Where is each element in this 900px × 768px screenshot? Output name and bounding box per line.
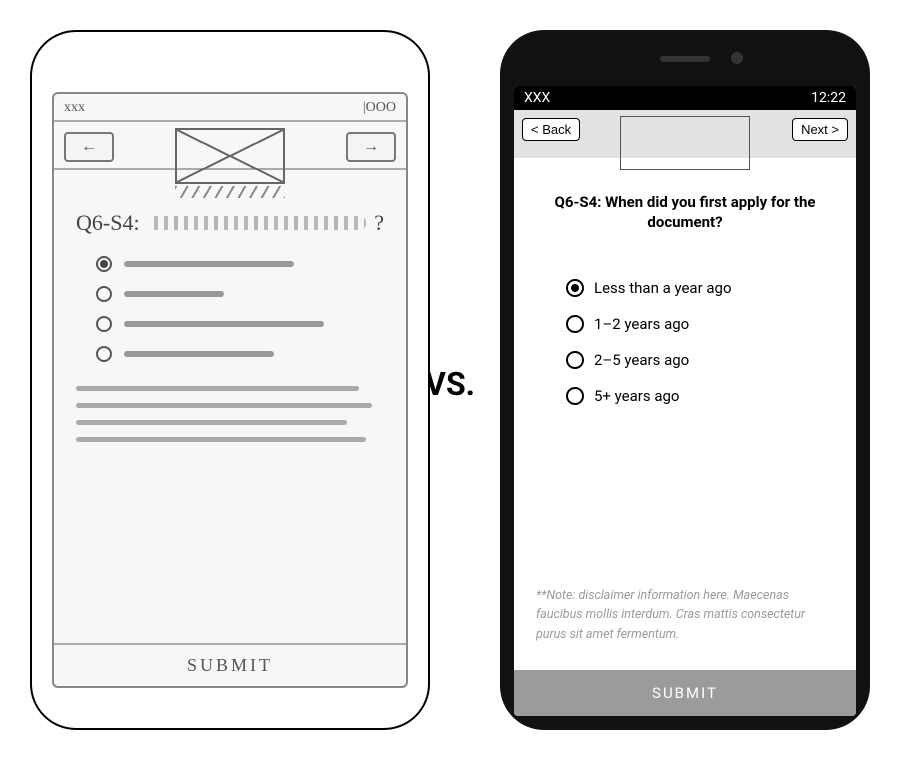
sketch-phone-frame: xxx |OOO ← → Q6-S4: ? [30,30,430,730]
sketch-logo [175,128,285,198]
submit-button[interactable]: SUBMIT [514,670,856,716]
option-label: Less than a year ago [594,279,732,297]
sketch-option-line [124,351,274,357]
sketch-status-left: xxx [64,100,85,116]
sketch-question-id: Q6-S4: [76,210,140,236]
real-phone-frame: XXX 12:22 < Back Next > Q6-S4: When did … [500,30,870,730]
sketch-status-right: |OOO [363,100,396,116]
status-right: 12:22 [811,90,846,106]
radio-icon [566,315,584,333]
sketch-option[interactable] [96,346,384,362]
real-screen: XXX 12:22 < Back Next > Q6-S4: When did … [514,86,856,716]
radio-icon [566,279,584,297]
sketch-logo-shadow [175,186,285,198]
radio-icon [96,286,112,302]
radio-icon [96,346,112,362]
option-row[interactable]: 5+ years ago [566,387,838,405]
radio-icon [566,351,584,369]
options-list: Less than a year ago 1–2 years ago 2–5 y… [566,261,838,423]
option-label: 1–2 years ago [594,315,689,333]
disclaimer-note: **Note: disclaimer information here. Mae… [532,576,838,660]
sketch-screen: xxx |OOO ← → Q6-S4: ? [52,92,408,688]
sketch-option-line [124,291,224,297]
sketch-option[interactable] [96,256,384,272]
status-left: XXX [524,90,550,106]
next-button[interactable]: Next > [792,118,848,141]
logo-placeholder [620,116,750,170]
sketch-question-squiggle [148,216,367,230]
option-row[interactable]: Less than a year ago [566,279,838,297]
sketch-option[interactable] [96,286,384,302]
sketch-option-line [124,321,324,327]
option-label: 2–5 years ago [594,351,689,369]
sketch-question-mark: ? [374,210,384,236]
back-button[interactable]: < Back [522,118,580,141]
sketch-back-button[interactable]: ← [64,132,114,162]
sketch-option-line [124,261,294,267]
option-row[interactable]: 1–2 years ago [566,315,838,333]
option-label: 5+ years ago [594,387,679,405]
vs-label: VS. [425,365,475,403]
sketch-submit-button[interactable]: SUBMIT [54,643,406,686]
radio-icon [96,316,112,332]
sketch-next-button[interactable]: → [346,132,396,162]
sketch-note-block [76,386,384,442]
question-text: Q6-S4: When did you first apply for the … [532,192,838,233]
sketch-option[interactable] [96,316,384,332]
radio-icon [96,256,112,272]
radio-icon [566,387,584,405]
sketch-options [96,256,384,362]
option-row[interactable]: 2–5 years ago [566,351,838,369]
